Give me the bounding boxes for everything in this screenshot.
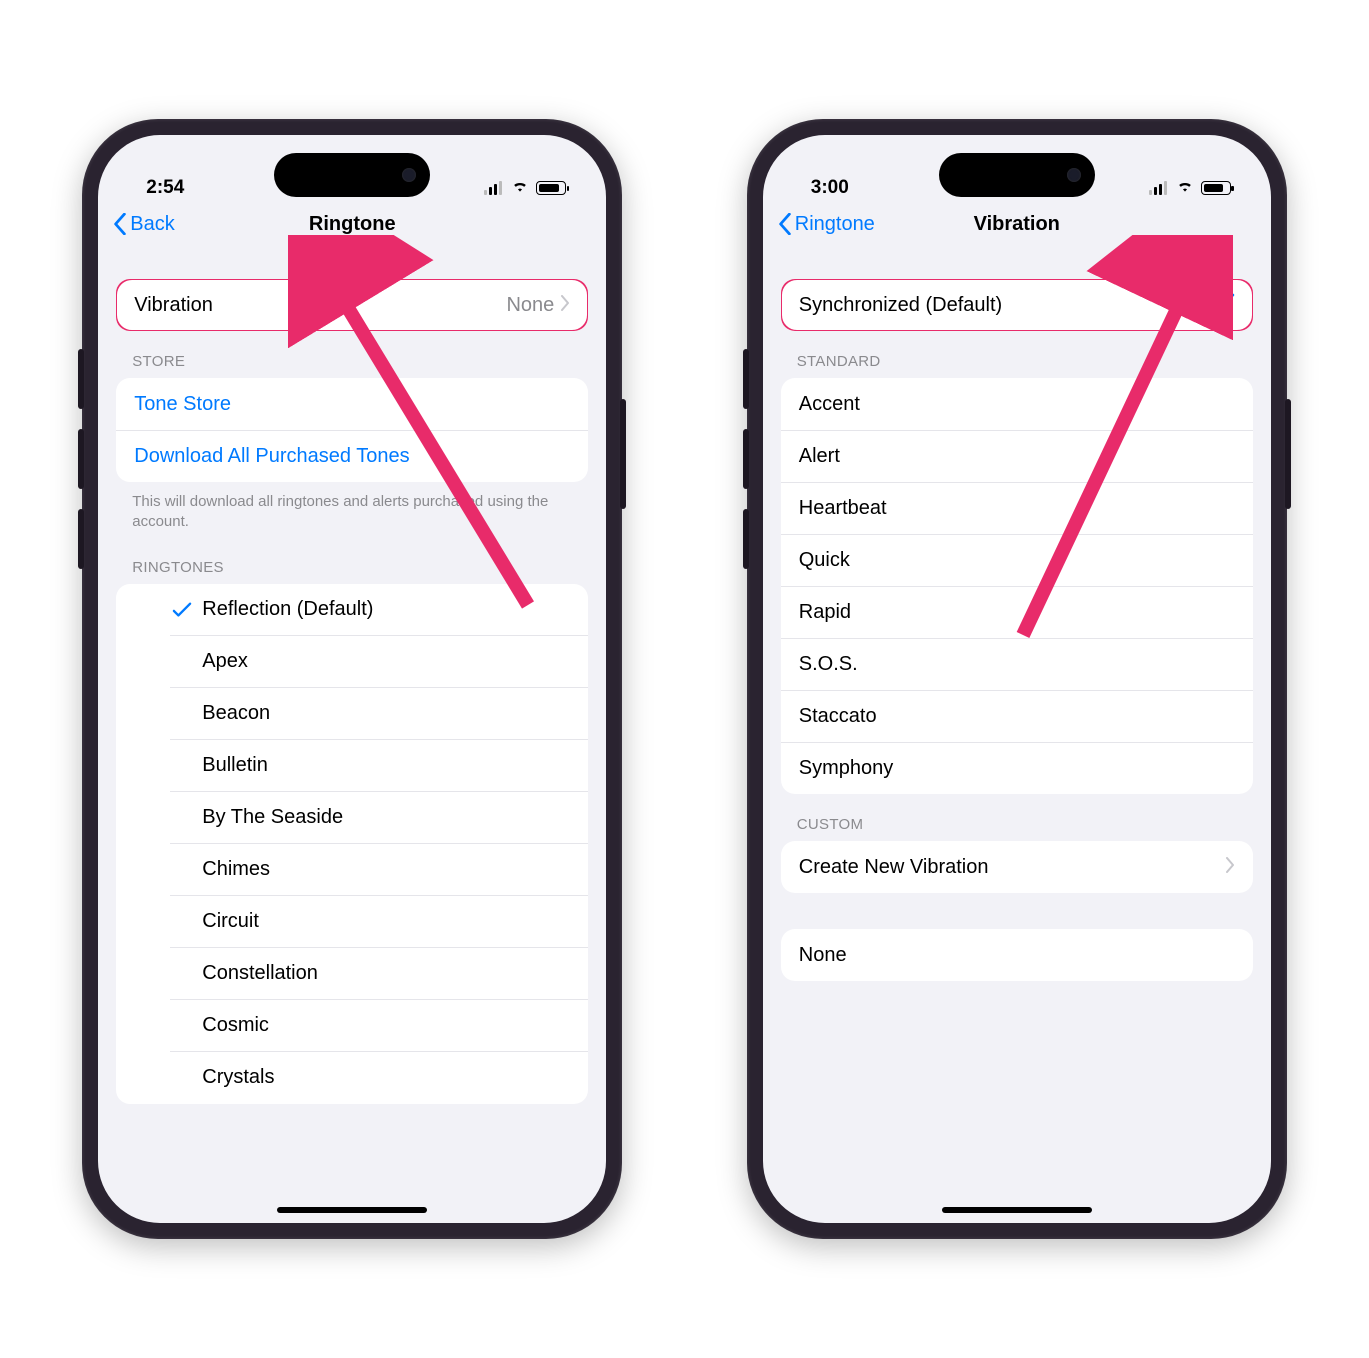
- standard-list: Accent Alert Heartbeat Quick Rapid S.O.S. Stac…: [781, 378, 1253, 794]
- ringtone-row[interactable]: Crystals: [116, 1052, 588, 1104]
- content[interactable]: Synchronized (Default) STANDARD Accent Al…: [763, 249, 1271, 1205]
- cellular-icon: [484, 181, 504, 195]
- home-indicator[interactable]: [277, 1207, 427, 1213]
- ringtone-row[interactable]: Constellation: [116, 948, 588, 1000]
- back-button[interactable]: Ringtone: [777, 213, 875, 236]
- default-vibration-card: Synchronized (Default): [781, 279, 1253, 331]
- row-label: Chimes: [202, 858, 570, 881]
- nav-bar: Ringtone Vibration: [763, 199, 1271, 249]
- ringtone-row[interactable]: Cosmic: [116, 1000, 588, 1052]
- row-label: Rapid: [799, 601, 1235, 624]
- row-label: By The Seaside: [202, 806, 570, 829]
- download-purchased-row[interactable]: Download All Purchased Tones: [116, 430, 588, 482]
- phone-left: 2:54 Back Ringtone Vibration None: [82, 119, 622, 1239]
- vibration-pattern-row[interactable]: S.O.S.: [781, 638, 1253, 690]
- custom-header: CUSTOM: [763, 794, 1271, 841]
- back-label: Back: [130, 213, 174, 236]
- chevron-left-icon: [112, 213, 128, 235]
- dynamic-island: [939, 153, 1095, 197]
- ringtone-row[interactable]: Apex: [116, 636, 588, 688]
- screen-right: 3:00 Ringtone Vibration Synchronized (De…: [763, 135, 1271, 1223]
- checkmark-icon: [166, 601, 202, 619]
- vibration-pattern-row[interactable]: Staccato: [781, 690, 1253, 742]
- cellular-icon: [1149, 181, 1169, 195]
- chevron-right-icon: [1225, 856, 1235, 879]
- vibration-pattern-row[interactable]: Rapid: [781, 586, 1253, 638]
- standard-header: STANDARD: [763, 331, 1271, 378]
- dynamic-island: [274, 153, 430, 197]
- row-label: Symphony: [799, 757, 1235, 780]
- row-label: Cosmic: [202, 1014, 570, 1037]
- ringtone-row[interactable]: Bulletin: [116, 740, 588, 792]
- status-time: 3:00: [811, 177, 849, 199]
- battery-icon: [536, 181, 566, 195]
- ringtones-header: RINGTONES: [98, 537, 606, 584]
- row-label: None: [799, 944, 1235, 967]
- ringtone-row[interactable]: Beacon: [116, 688, 588, 740]
- row-label: Beacon: [202, 702, 570, 725]
- row-label: Vibration: [134, 294, 506, 317]
- back-label: Ringtone: [795, 213, 875, 236]
- vibration-pattern-row[interactable]: Symphony: [781, 742, 1253, 794]
- row-value: None: [506, 294, 554, 317]
- status-icons: [484, 177, 566, 199]
- status-icons: [1149, 177, 1231, 199]
- row-label: Apex: [202, 650, 570, 673]
- store-footer: This will download all ringtones and ale…: [98, 482, 606, 537]
- ringtone-row[interactable]: Circuit: [116, 896, 588, 948]
- row-label: Bulletin: [202, 754, 570, 777]
- tone-store-row[interactable]: Tone Store: [116, 378, 588, 430]
- wifi-icon: [510, 177, 530, 199]
- row-label: Quick: [799, 549, 1235, 572]
- row-label: Staccato: [799, 705, 1235, 728]
- content[interactable]: Vibration None STORE Tone Store: [98, 249, 606, 1205]
- checkmark-icon: [1213, 292, 1235, 318]
- synchronized-row[interactable]: Synchronized (Default): [781, 279, 1253, 331]
- vibration-row[interactable]: Vibration None: [116, 279, 588, 331]
- row-label: Crystals: [202, 1066, 570, 1089]
- row-label: Reflection (Default): [202, 598, 570, 621]
- nav-bar: Back Ringtone: [98, 199, 606, 249]
- vibration-pattern-row[interactable]: Alert: [781, 430, 1253, 482]
- row-label: Constellation: [202, 962, 570, 985]
- row-label: S.O.S.: [799, 653, 1235, 676]
- ringtone-row[interactable]: By The Seaside: [116, 792, 588, 844]
- home-indicator[interactable]: [942, 1207, 1092, 1213]
- vibration-pattern-row[interactable]: Quick: [781, 534, 1253, 586]
- row-label: Circuit: [202, 910, 570, 933]
- create-new-vibration-row[interactable]: Create New Vibration: [781, 841, 1253, 893]
- row-label: Alert: [799, 445, 1235, 468]
- row-label: Download All Purchased Tones: [134, 445, 570, 468]
- vibration-pattern-row[interactable]: Heartbeat: [781, 482, 1253, 534]
- phone-right: 3:00 Ringtone Vibration Synchronized (De…: [747, 119, 1287, 1239]
- row-label: Create New Vibration: [799, 856, 1225, 879]
- store-header: STORE: [98, 331, 606, 378]
- row-label: Accent: [799, 393, 1235, 416]
- custom-card: Create New Vibration: [781, 841, 1253, 893]
- ringtone-row[interactable]: Reflection (Default): [116, 584, 588, 636]
- screen-left: 2:54 Back Ringtone Vibration None: [98, 135, 606, 1223]
- none-row[interactable]: None: [781, 929, 1253, 981]
- back-button[interactable]: Back: [112, 213, 174, 236]
- row-label: Synchronized (Default): [799, 294, 1213, 317]
- ringtones-list: Reflection (Default) Apex Beacon Bulletin By…: [116, 584, 588, 1104]
- row-label: Tone Store: [134, 393, 570, 416]
- none-card: None: [781, 929, 1253, 981]
- status-time: 2:54: [146, 177, 184, 199]
- chevron-left-icon: [777, 213, 793, 235]
- vibration-pattern-row[interactable]: Accent: [781, 378, 1253, 430]
- ringtone-row[interactable]: Chimes: [116, 844, 588, 896]
- battery-icon: [1201, 181, 1231, 195]
- row-label: Heartbeat: [799, 497, 1235, 520]
- wifi-icon: [1175, 177, 1195, 199]
- vibration-card: Vibration None: [116, 279, 588, 331]
- chevron-right-icon: [560, 294, 570, 317]
- store-card: Tone Store Download All Purchased Tones: [116, 378, 588, 482]
